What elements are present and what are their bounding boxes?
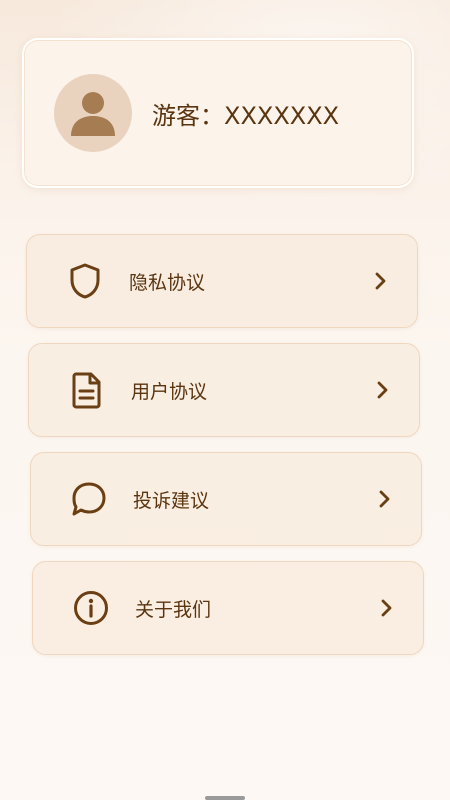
chevron-right-icon: [375, 489, 395, 509]
avatar-figure: [71, 92, 115, 136]
menu-item-user-agreement[interactable]: 用户协议: [28, 343, 420, 437]
menu-item-label: 隐私协议: [129, 271, 206, 294]
menu-item-about-us[interactable]: 关于我们: [32, 561, 424, 655]
chevron-right-icon: [377, 598, 397, 618]
shield-icon: [65, 261, 105, 301]
profile-card[interactable]: 游客： XXXXXXX: [22, 38, 414, 188]
menu-item-privacy-policy[interactable]: 隐私协议: [26, 234, 418, 328]
menu-item-complaints-suggestions[interactable]: 投诉建议: [30, 452, 422, 546]
guest-label: 游客：: [152, 101, 224, 130]
username-row: 游客： XXXXXXX: [152, 96, 339, 131]
menu-item-label: 投诉建议: [133, 489, 210, 512]
menu-item-label: 关于我们: [135, 598, 212, 621]
user-avatar-icon[interactable]: [54, 74, 132, 152]
menu-item-label: 用户协议: [131, 380, 208, 403]
chat-bubble-icon: [69, 479, 109, 519]
chevron-right-icon: [371, 271, 391, 291]
document-icon: [67, 370, 107, 410]
info-icon: [71, 588, 111, 628]
username-value: XXXXXXX: [224, 101, 340, 130]
chevron-right-icon: [373, 380, 393, 400]
home-indicator[interactable]: [205, 796, 245, 800]
